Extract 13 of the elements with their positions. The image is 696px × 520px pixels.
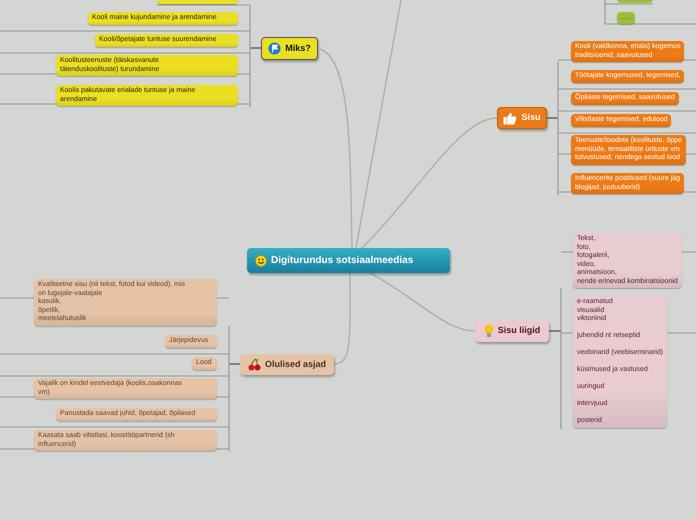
connector-line	[547, 117, 558, 119]
thumbs-up-icon	[503, 112, 518, 124]
connector-line	[229, 363, 240, 365]
flag-icon	[268, 42, 282, 55]
central-topic[interactable]: Digiturundus sotsiaalmeedias	[247, 248, 450, 273]
bracket-line	[604, 0, 606, 24]
topic-node[interactable]: Olulised asjad	[240, 354, 334, 375]
topic-node[interactable]: Miks?	[261, 37, 318, 60]
smiley-icon	[255, 254, 267, 266]
cherries-icon	[248, 358, 261, 371]
light-bulb-icon	[484, 324, 494, 338]
topic-node[interactable]: Sisu liigid	[475, 320, 549, 342]
connector-line	[549, 330, 561, 332]
